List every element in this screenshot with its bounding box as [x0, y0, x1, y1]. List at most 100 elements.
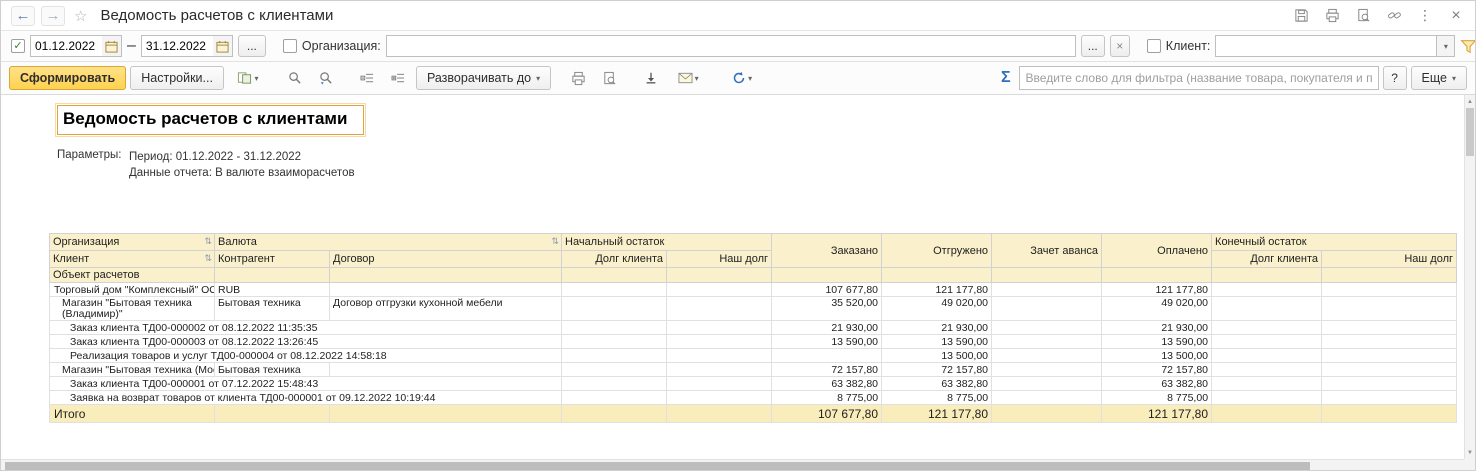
- org-field: [386, 35, 1076, 57]
- export-icon: [644, 71, 658, 85]
- chevron-down-icon[interactable]: ▾: [1437, 35, 1455, 57]
- collapse-groups-icon: [360, 72, 375, 85]
- collapse-groups-button[interactable]: [354, 66, 381, 90]
- table-row: Заказ клиента ТД00-000003 от 08.12.2022 …: [50, 335, 1457, 349]
- horizontal-scroll-thumb[interactable]: [5, 462, 1310, 471]
- search-button[interactable]: [282, 66, 309, 90]
- table-row: Заказ клиента ТД00-000002 от 08.12.2022 …: [50, 321, 1457, 335]
- param-period: Период: 01.12.2022 - 31.12.2022: [129, 149, 355, 165]
- org-checkbox[interactable]: [283, 39, 297, 53]
- col-org: Организация⇅: [50, 234, 215, 251]
- col-ordered: Заказано: [772, 234, 882, 268]
- report-table: Организация⇅ Валюта⇅ Начальный остаток З…: [49, 233, 1457, 423]
- report-variants-button[interactable]: ▾: [228, 66, 268, 90]
- date-to-field: [141, 35, 233, 57]
- table-row: Магазин "Бытовая техника (Владимир)" Быт…: [50, 297, 1457, 321]
- chevron-down-icon: ▾: [748, 74, 752, 83]
- report-area: Ведомость расчетов с клиентами Параметры…: [1, 95, 1475, 471]
- print-preview-button[interactable]: [596, 66, 623, 90]
- table-row: Реализация товаров и услуг ТД00-000004 о…: [50, 349, 1457, 363]
- col-client-debt: Долг клиента: [1212, 251, 1322, 268]
- report-variants-icon: [237, 71, 252, 85]
- client-input[interactable]: [1215, 35, 1437, 57]
- refresh-icon: [732, 71, 746, 85]
- col-advance-offset: Зачет аванса: [992, 234, 1102, 268]
- expand-to-button[interactable]: Разворачивать до ▾: [416, 66, 551, 90]
- save-icon[interactable]: [1292, 7, 1310, 25]
- col-our-debt: Наш долг: [1322, 251, 1457, 268]
- export-button[interactable]: [637, 66, 664, 90]
- table-row: Торговый дом "Комплексный" ООО RUB 107 6…: [50, 283, 1457, 297]
- sort-icon[interactable]: ⇅: [204, 236, 212, 247]
- horizontal-scrollbar[interactable]: [1, 459, 1464, 471]
- params-label: Параметры:: [57, 149, 117, 181]
- favorite-star-icon[interactable]: ☆: [74, 7, 87, 25]
- org-input[interactable]: [386, 35, 1076, 57]
- org-select-button[interactable]: ...: [1081, 35, 1105, 57]
- report-toolbar: Сформировать Настройки... ▾ Разворачиват…: [1, 62, 1475, 95]
- refresh-button[interactable]: ▾: [722, 66, 762, 90]
- table-row: Заказ клиента ТД00-000001 от 07.12.2022 …: [50, 377, 1457, 391]
- vertical-scrollbar[interactable]: ▲ ▼: [1464, 95, 1475, 459]
- sum-button[interactable]: Σ: [997, 69, 1015, 87]
- check-icon: ✓: [13, 41, 22, 52]
- title-bar: ← → ☆ Ведомость расчетов с клиентами ⋮ ×: [1, 1, 1475, 31]
- scrollbar-corner: [1464, 459, 1475, 471]
- client-field: ▾: [1215, 35, 1455, 57]
- org-label: Организация:: [302, 39, 381, 53]
- print-preview-icon: [602, 71, 617, 86]
- print-icon[interactable]: [1323, 7, 1341, 25]
- more-label: Еще: [1422, 71, 1447, 85]
- print-icon: [571, 71, 586, 86]
- chevron-down-icon: ▾: [254, 74, 258, 83]
- more-vertical-icon[interactable]: ⋮: [1416, 7, 1434, 25]
- send-mail-button[interactable]: ▾: [668, 66, 708, 90]
- col-our-debt: Наш долг: [667, 251, 772, 268]
- param-data: Данные отчета: В валюте взаиморасчетов: [129, 165, 355, 181]
- window-actions: ⋮ ×: [1292, 7, 1465, 25]
- table-row: Магазин "Бытовая техника (Москва)" Бытов…: [50, 363, 1457, 377]
- generate-button[interactable]: Сформировать: [9, 66, 126, 90]
- search-next-button[interactable]: [313, 66, 340, 90]
- expand-groups-button[interactable]: [385, 66, 412, 90]
- chevron-down-icon: ▾: [536, 74, 540, 83]
- sort-icon[interactable]: ⇅: [204, 253, 212, 264]
- scroll-up-icon[interactable]: ▲: [1465, 96, 1475, 107]
- client-checkbox[interactable]: [1147, 39, 1161, 53]
- quick-filter-input[interactable]: [1019, 66, 1379, 90]
- scroll-down-icon[interactable]: ▼: [1465, 447, 1475, 458]
- date-range-dash: –: [127, 37, 136, 55]
- preview-icon[interactable]: [1354, 7, 1372, 25]
- filter-funnel-icon[interactable]: [1460, 39, 1476, 54]
- report-parameters: Параметры: Период: 01.12.2022 - 31.12.20…: [57, 149, 1464, 181]
- back-icon: ←: [16, 7, 31, 24]
- vertical-scroll-thumb[interactable]: [1466, 108, 1474, 156]
- search-icon: [288, 71, 302, 85]
- col-settlement-object: Объект расчетов: [50, 268, 215, 283]
- col-opening-balance: Начальный остаток: [562, 234, 772, 251]
- chevron-down-icon: ▾: [695, 74, 699, 83]
- expand-to-label: Разворачивать до: [427, 71, 531, 85]
- print-button[interactable]: [565, 66, 592, 90]
- settings-button[interactable]: Настройки...: [130, 66, 224, 90]
- col-counterparty: Контрагент: [215, 251, 330, 268]
- period-options-button[interactable]: ...: [238, 35, 266, 57]
- date-to-input[interactable]: [141, 35, 213, 57]
- forward-button[interactable]: →: [41, 6, 65, 26]
- calendar-icon[interactable]: [213, 35, 233, 57]
- col-paid: Оплачено: [1102, 234, 1212, 268]
- more-button[interactable]: Еще ▾: [1411, 66, 1467, 90]
- org-clear-button[interactable]: ×: [1110, 35, 1130, 57]
- period-checkbox[interactable]: ✓: [11, 39, 25, 53]
- col-currency: Валюта⇅: [215, 234, 562, 251]
- date-from-field: [30, 35, 122, 57]
- help-button[interactable]: ?: [1383, 66, 1407, 90]
- back-button[interactable]: ←: [11, 6, 35, 26]
- report-title: Ведомость расчетов с клиентами: [57, 105, 364, 135]
- sort-icon[interactable]: ⇅: [551, 236, 559, 247]
- filter-bar: ✓ – ... Организация: ... × Клиент: ▾: [1, 31, 1475, 62]
- close-icon[interactable]: ×: [1447, 7, 1465, 25]
- link-icon[interactable]: [1385, 7, 1403, 25]
- calendar-icon[interactable]: [102, 35, 122, 57]
- date-from-input[interactable]: [30, 35, 102, 57]
